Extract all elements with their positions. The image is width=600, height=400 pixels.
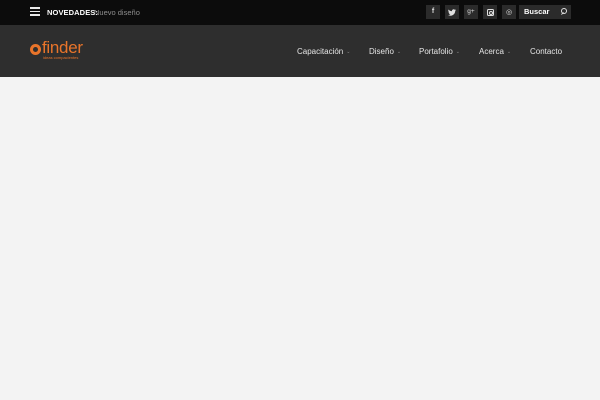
logo[interactable]: finder ideas compacientes	[30, 38, 94, 64]
search-label: Buscar	[524, 7, 550, 16]
instagram-glyph	[486, 8, 494, 16]
nav-item-label: Portafolio	[419, 47, 453, 56]
page-content	[0, 77, 600, 400]
nav-item-label: Capacitación	[297, 47, 344, 56]
nav-item-contacto[interactable]: Contacto	[530, 46, 562, 57]
logo-mark-icon	[30, 44, 41, 55]
nav-item-label: Acerca	[479, 47, 504, 56]
nav-item-label: Diseño	[369, 47, 394, 56]
twitter-icon[interactable]	[445, 5, 459, 19]
nav-item-acerca[interactable]: Acerca ⌄	[479, 46, 511, 58]
nav-item-capacitacion[interactable]: Capacitación ⌄	[297, 46, 350, 58]
chevron-down-icon: ⌄	[506, 49, 512, 55]
main-header: finder ideas compacientes Capacitación ⌄ …	[0, 25, 600, 77]
dribbble-icon[interactable]: ◎	[502, 5, 516, 19]
logo-tagline: ideas compacientes	[43, 55, 79, 60]
google-plus-icon[interactable]: g+	[464, 5, 478, 19]
nav-item-portafolio[interactable]: Portafolio ⌄	[419, 46, 460, 58]
search-icon[interactable]	[560, 8, 567, 15]
nav-item-label: Contacto	[530, 47, 563, 56]
top-bar: NOVEDADES: Nuevo diseño f g+ ◎ Buscar	[0, 0, 600, 25]
chevron-down-icon: ⌄	[396, 49, 402, 55]
menu-icon[interactable]	[30, 7, 40, 16]
search-box[interactable]: Buscar	[519, 5, 571, 19]
chevron-down-icon: ⌄	[455, 49, 460, 55]
facebook-icon[interactable]: f	[426, 5, 440, 19]
news-ticker-label: NOVEDADES:	[47, 8, 99, 17]
nav-item-diseno[interactable]: Diseño ⌄	[369, 46, 401, 58]
chevron-down-icon: ⌄	[346, 49, 351, 55]
instagram-icon[interactable]	[483, 5, 497, 19]
news-ticker-item[interactable]: Nuevo diseño	[94, 7, 140, 18]
